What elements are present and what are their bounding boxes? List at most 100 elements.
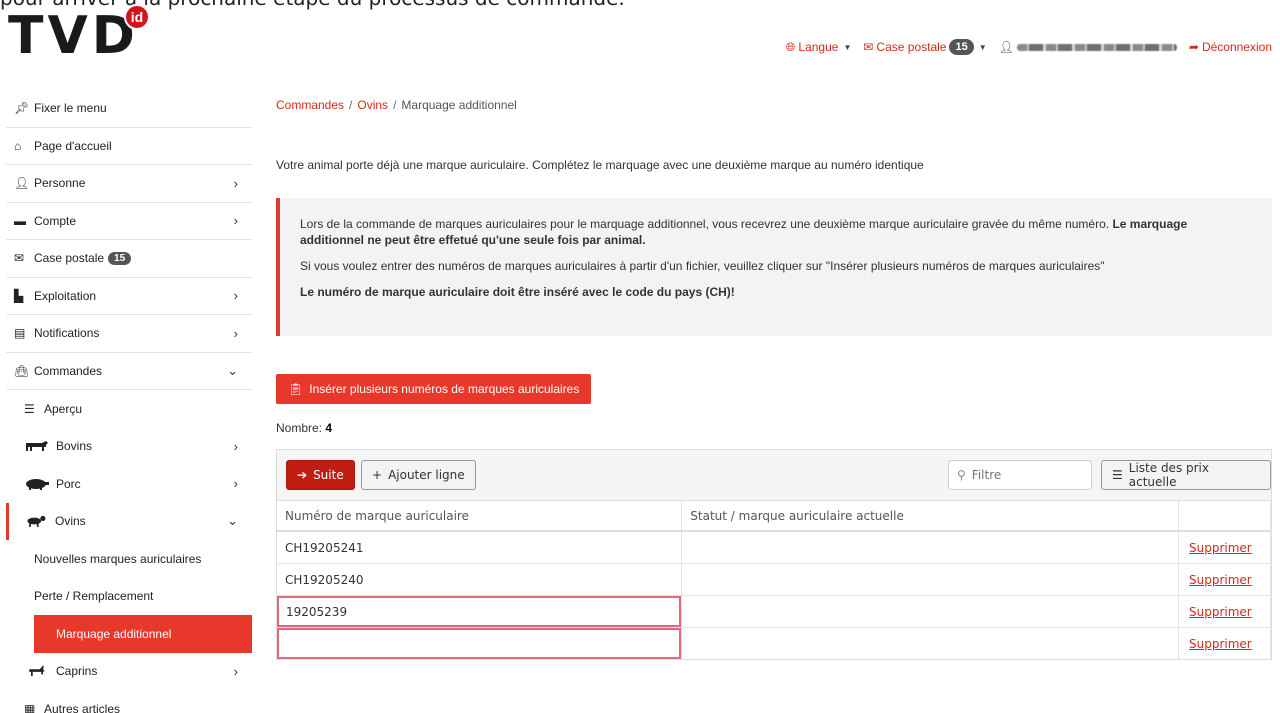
caret-down-icon: ▼ <box>843 42 852 52</box>
mailbox-label: Case postale <box>876 40 947 54</box>
sidebar-item-account[interactable]: ▬ Compte › <box>6 203 252 240</box>
language-menu[interactable]: 🌐︎ Langue ▼ <box>786 40 852 55</box>
sidebar-item-home[interactable]: ⌂ Page d'accueil <box>6 128 252 165</box>
industry-icon: ▙ <box>14 288 24 303</box>
main-content: Commandes / Ovins / Marquage additionnel… <box>276 90 1272 660</box>
sidebar-item-pin-menu[interactable]: 📌︎ Fixer le menu <box>6 90 252 128</box>
blurred-user-name <box>1016 43 1177 51</box>
sidebar-item-person[interactable]: 👤︎ Personne › <box>6 165 252 203</box>
filter-field: ⚲ <box>948 460 1092 490</box>
ear-tag-table-panel: ➔ Suite + Ajouter ligne ⚲ ☰ Liste des pr… <box>276 449 1272 660</box>
sidebar-item-sheep[interactable]: Ovins ⌄ <box>6 502 252 540</box>
sidebar-label: Porc <box>56 476 81 491</box>
number-cell <box>277 627 683 659</box>
caret-down-icon: ▼ <box>978 42 987 52</box>
action-cell: Supprimer <box>1178 563 1271 596</box>
sidebar-label: Page d'accueil <box>34 138 112 153</box>
sidebar-item-notifications[interactable]: ▤ Notifications › <box>6 315 252 353</box>
user-menu[interactable]: 👤︎ <box>999 40 1177 54</box>
goat-icon <box>29 665 45 677</box>
language-label: Langue <box>798 40 839 54</box>
intro-text: Votre animal porte déjà une marque auric… <box>276 158 924 172</box>
chevron-right-icon: › <box>233 288 238 304</box>
sign-out-icon: ➦ <box>1188 40 1199 54</box>
sidebar-item-new-ear-tags[interactable]: Nouvelles marques auriculaires <box>6 540 252 578</box>
sidebar-item-orders[interactable]: 👜︎ Commandes ⌄ <box>6 353 252 390</box>
clipboard-icon: 📋︎ <box>288 382 304 396</box>
envelope-icon: ✉︎ <box>863 40 874 54</box>
chevron-right-icon: › <box>233 213 238 229</box>
sidebar-label: Caprins <box>56 664 98 679</box>
mailbox-count-badge: 15 <box>949 39 974 55</box>
sidebar-item-additional-marking[interactable]: Marquage additionnel <box>34 615 252 653</box>
suite-button[interactable]: ➔ Suite <box>286 460 355 490</box>
sidebar-label: Notifications <box>34 326 100 341</box>
price-list-button[interactable]: ☰ Liste des prix actuelle <box>1101 460 1271 490</box>
delete-link[interactable]: Supprimer <box>1189 541 1252 555</box>
status-cell <box>681 530 1179 564</box>
insert-multiple-tags-button[interactable]: 📋︎ Insérer plusieurs numéros de marques … <box>276 374 592 404</box>
sidebar-item-exploitation[interactable]: ▙ Exploitation › <box>6 278 252 315</box>
column-header-number: Numéro de marque auriculaire <box>277 501 683 532</box>
sidebar-label: Compte <box>34 213 77 228</box>
delete-link[interactable]: Supprimer <box>1189 605 1252 619</box>
sidebar-label: Case postale <box>34 251 105 266</box>
sidebar-item-mailbox[interactable]: ✉︎ Case postale 15 <box>6 240 252 278</box>
sidebar-item-goats[interactable]: Caprins › <box>6 653 252 691</box>
breadcrumb: Commandes / Ovins / Marquage additionnel <box>276 90 1272 120</box>
sidebar-label: Autres articles <box>44 701 121 713</box>
alert-text: Lors de la commande de marques auriculai… <box>300 217 1110 231</box>
mailbox-menu[interactable]: ✉︎ Case postale 15 ▼ <box>863 39 987 55</box>
sidebar-label: Personne <box>34 176 86 191</box>
table-row: Supprimer <box>277 530 1271 564</box>
sidebar-item-cattle[interactable]: Bovins › <box>6 428 252 466</box>
mailbox-count-badge: 15 <box>108 251 132 265</box>
button-label: Insérer plusieurs numéros de marques aur… <box>309 382 580 396</box>
sidebar-item-overview[interactable]: ☰ Aperçu <box>6 390 252 428</box>
ear-tag-number-input[interactable] <box>277 532 682 563</box>
sidebar-menu: 📌︎ Fixer le menu ⌂ Page d'accueil 👤︎ Per… <box>6 90 252 713</box>
list-alt-icon: ☰ <box>24 401 35 416</box>
breadcrumb-orders[interactable]: Commandes <box>276 98 344 112</box>
table-row: Supprimer <box>277 563 1271 596</box>
table-toolbar: ➔ Suite + Ajouter ligne ⚲ ☰ Liste des pr… <box>277 450 1271 501</box>
cow-icon <box>26 441 48 452</box>
globe-icon: 🌐︎ <box>785 39 796 54</box>
sidebar-label: Fixer le menu <box>34 101 107 116</box>
number-cell <box>277 563 683 596</box>
ear-tag-table: Numéro de marque auriculaire Statut / ma… <box>277 501 1271 659</box>
status-cell <box>681 627 1179 659</box>
ear-tag-number-input[interactable] <box>277 596 682 627</box>
info-alert: Lors de la commande de marques auriculai… <box>276 198 1272 336</box>
table-row: Supprimer <box>277 595 1271 628</box>
breadcrumb-separator: / <box>349 98 353 112</box>
logout-link[interactable]: ➦ Déconnexion <box>1189 40 1272 54</box>
breadcrumb-current: Marquage additionnel <box>401 98 517 112</box>
add-line-button[interactable]: + Ajouter ligne <box>361 460 476 490</box>
user-icon: 👤︎ <box>998 40 1014 54</box>
sidebar-label: Perte / Remplacement <box>34 589 154 604</box>
sidebar-label: Nouvelles marques auriculaires <box>34 551 202 566</box>
delete-link[interactable]: Supprimer <box>1189 573 1252 587</box>
action-cell: Supprimer <box>1178 627 1271 659</box>
sidebar-label: Ovins <box>55 514 86 529</box>
ear-tag-number-input[interactable] <box>277 564 682 595</box>
sidebar-label: Bovins <box>56 439 93 454</box>
alert-paragraph-1: Lors de la commande de marques auriculai… <box>300 216 1252 248</box>
table-row: Supprimer <box>277 627 1271 659</box>
breadcrumb-sheep[interactable]: Ovins <box>357 98 388 112</box>
sidebar-item-other-articles[interactable]: ▦ Autres articles <box>6 690 252 713</box>
button-label: Ajouter ligne <box>388 468 465 482</box>
ear-tag-number-input[interactable] <box>277 628 682 659</box>
thumbtack-icon: 📌︎ <box>14 101 30 116</box>
filter-input[interactable] <box>971 468 1082 482</box>
sidebar-item-pig[interactable]: Porc › <box>6 465 252 503</box>
chevron-right-icon: › <box>233 438 238 454</box>
tvd-logo[interactable]: TVD id <box>8 4 178 66</box>
shopping-bag-icon: 👜︎ <box>14 363 30 378</box>
chevron-down-icon: ⌄ <box>227 362 238 378</box>
status-cell <box>681 563 1179 596</box>
sidebar-item-loss-replacement[interactable]: Perte / Remplacement <box>6 578 252 616</box>
sidebar-label: Aperçu <box>44 401 83 416</box>
delete-link[interactable]: Supprimer <box>1189 637 1252 651</box>
